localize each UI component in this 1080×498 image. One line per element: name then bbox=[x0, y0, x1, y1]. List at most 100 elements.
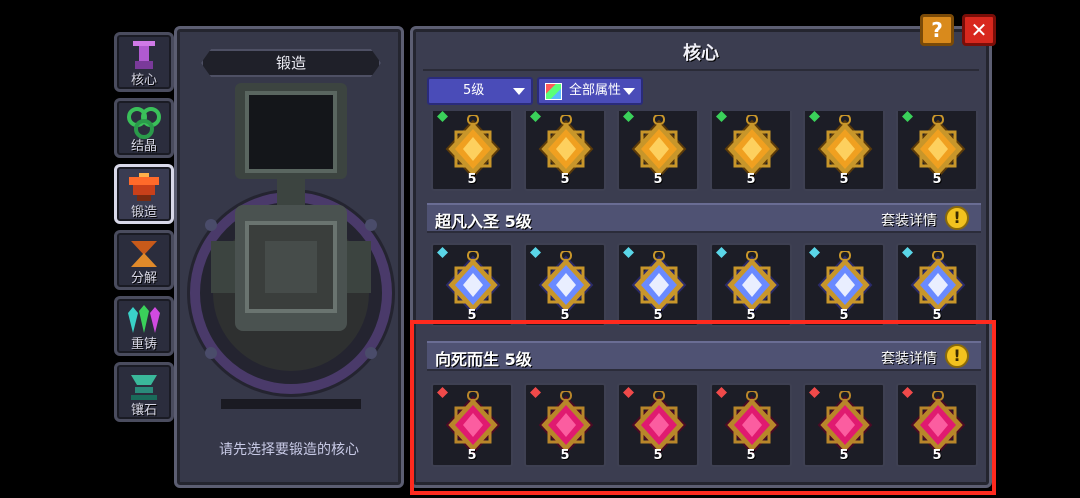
card-level: 5 bbox=[932, 448, 942, 463]
core-card[interactable]: 5 bbox=[431, 111, 513, 191]
card-row: 5 5 5 5 5 5 bbox=[431, 243, 981, 329]
card-level: 5 bbox=[839, 172, 849, 187]
card-level: 5 bbox=[653, 448, 663, 463]
core-item-icon bbox=[724, 391, 780, 455]
core-item-icon bbox=[631, 391, 687, 455]
core-card[interactable]: 5 bbox=[524, 111, 606, 191]
side-tab-label: 分解 bbox=[130, 271, 157, 286]
card-level: 5 bbox=[932, 308, 942, 323]
side-tab-label: 重铸 bbox=[130, 337, 157, 352]
inlay-icon bbox=[131, 375, 157, 400]
side-tab-crystal[interactable]: 结晶 bbox=[114, 98, 174, 158]
card-level: 5 bbox=[560, 172, 570, 187]
core-card[interactable]: 5 bbox=[896, 383, 978, 467]
core-item-icon bbox=[445, 115, 501, 179]
card-level: 5 bbox=[653, 172, 663, 187]
core-card[interactable]: 5 bbox=[710, 111, 792, 191]
core-item-icon bbox=[538, 251, 594, 315]
core-card[interactable]: 5 bbox=[896, 111, 978, 191]
core-card[interactable]: 5 bbox=[710, 383, 792, 467]
card-row-top: 5 5 5 5 5 5 bbox=[431, 111, 981, 193]
core-card[interactable]: 5 bbox=[524, 383, 606, 467]
core-card[interactable]: 5 bbox=[617, 383, 699, 467]
core-card[interactable]: 5 bbox=[431, 243, 513, 327]
core-item-icon bbox=[817, 391, 873, 455]
core-icon bbox=[133, 41, 155, 69]
side-tab-forge[interactable]: 锻造 bbox=[114, 164, 174, 224]
recast-icon bbox=[128, 305, 160, 333]
core-list[interactable]: 5 5 5 5 5 5 超凡入圣 5级 套装详情 ! 5 5 5 5 5 5 向死而生 5级 套装详… bbox=[423, 111, 983, 481]
core-item-icon bbox=[910, 251, 966, 315]
core-item-icon bbox=[724, 251, 780, 315]
core-card[interactable]: 5 bbox=[431, 383, 513, 467]
core-item-icon bbox=[910, 391, 966, 455]
core-card[interactable]: 5 bbox=[524, 243, 606, 327]
level-filter-dropdown[interactable]: 5级 bbox=[427, 77, 533, 105]
crystal-icon bbox=[127, 107, 161, 139]
core-item-icon bbox=[910, 115, 966, 179]
core-item-icon bbox=[817, 115, 873, 179]
chevron-down-icon bbox=[623, 88, 635, 95]
side-tab-label: 核心 bbox=[130, 73, 157, 88]
set-name: 向死而生 5级 bbox=[435, 350, 532, 369]
core-panel: 核心 5级 全部属性 5 5 5 5 5 5 超凡入圣 5级 套装详情 ! 5 5 5 5 5 5 … bbox=[410, 26, 992, 488]
core-card[interactable]: 5 bbox=[803, 243, 885, 327]
chevron-down-icon bbox=[513, 88, 525, 95]
core-card[interactable]: 5 bbox=[896, 243, 978, 327]
core-item-icon bbox=[445, 391, 501, 455]
side-tab-label: 镶石 bbox=[130, 403, 157, 418]
forge-panel: 锻造 请先选择要锻造的核心 bbox=[174, 26, 404, 488]
title-divider bbox=[423, 69, 979, 71]
info-exclamation-icon[interactable]: ! bbox=[945, 344, 969, 368]
set-detail-link[interactable]: 套装详情 bbox=[881, 210, 937, 230]
card-level: 5 bbox=[560, 308, 570, 323]
core-item-icon bbox=[724, 115, 780, 179]
core-card[interactable]: 5 bbox=[803, 383, 885, 467]
core-card[interactable]: 5 bbox=[617, 243, 699, 327]
side-tab-core[interactable]: 核心 bbox=[114, 32, 174, 92]
set-name: 超凡入圣 5级 bbox=[435, 212, 532, 231]
core-card[interactable]: 5 bbox=[710, 243, 792, 327]
card-level: 5 bbox=[467, 308, 477, 323]
level-filter-value: 5级 bbox=[463, 83, 485, 98]
all-attributes-icon bbox=[545, 83, 562, 100]
card-level: 5 bbox=[467, 448, 477, 463]
core-card[interactable]: 5 bbox=[803, 111, 885, 191]
info-exclamation-icon[interactable]: ! bbox=[945, 206, 969, 230]
side-tab-label: 锻造 bbox=[130, 205, 157, 220]
card-level: 5 bbox=[839, 308, 849, 323]
decompose-icon bbox=[131, 241, 157, 267]
set-detail-link[interactable]: 套装详情 bbox=[881, 348, 937, 368]
card-level: 5 bbox=[746, 308, 756, 323]
side-tab-label: 结晶 bbox=[130, 139, 157, 154]
panel-title: 核心 bbox=[683, 43, 719, 64]
side-tab-recast[interactable]: 重铸 bbox=[114, 296, 174, 356]
side-tab-decompose[interactable]: 分解 bbox=[114, 230, 174, 290]
set-header: 向死而生 5级 套装详情 ! bbox=[427, 341, 981, 371]
side-tab-inlay[interactable]: 镶石 bbox=[114, 362, 174, 422]
card-level: 5 bbox=[653, 308, 663, 323]
card-level: 5 bbox=[839, 448, 849, 463]
forge-hint: 请先选择要锻造的核心 bbox=[219, 442, 359, 458]
card-row: 5 5 5 5 5 5 bbox=[431, 383, 981, 469]
core-item-icon bbox=[538, 391, 594, 455]
card-level: 5 bbox=[746, 172, 756, 187]
close-button[interactable]: ✕ bbox=[962, 14, 996, 46]
card-level: 5 bbox=[560, 448, 570, 463]
core-item-icon bbox=[445, 251, 501, 315]
card-level: 5 bbox=[932, 172, 942, 187]
card-level: 5 bbox=[746, 448, 756, 463]
core-item-icon bbox=[817, 251, 873, 315]
core-item-icon bbox=[631, 251, 687, 315]
forge-title: 锻造 bbox=[201, 49, 381, 77]
forge-icon bbox=[129, 173, 159, 201]
core-item-icon bbox=[538, 115, 594, 179]
set-header: 超凡入圣 5级 套装详情 ! bbox=[427, 203, 981, 233]
attribute-filter-value: 全部属性 bbox=[569, 83, 622, 98]
core-item-icon bbox=[631, 115, 687, 179]
help-button[interactable]: ? bbox=[920, 14, 954, 46]
card-level: 5 bbox=[467, 172, 477, 187]
forge-machine-icon bbox=[187, 83, 395, 409]
core-card[interactable]: 5 bbox=[617, 111, 699, 191]
attribute-filter-dropdown[interactable]: 全部属性 bbox=[537, 77, 643, 105]
